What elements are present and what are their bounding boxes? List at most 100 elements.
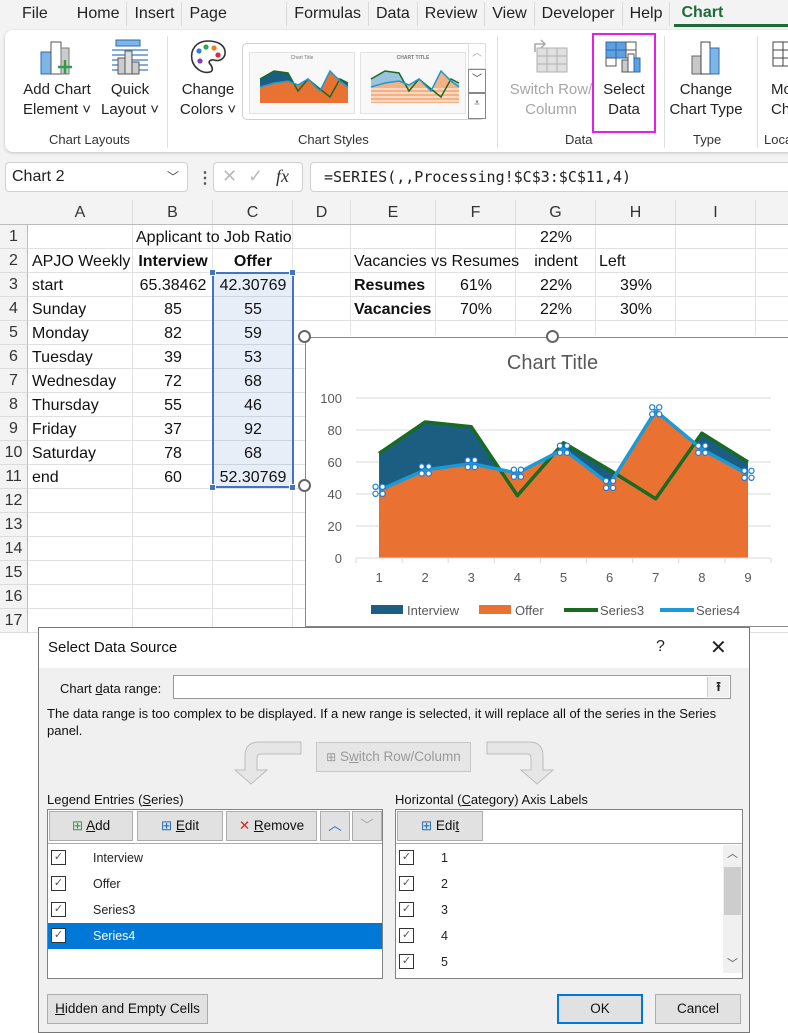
- cell-e4[interactable]: Vacancies: [354, 298, 431, 322]
- series-checkbox[interactable]: ✓: [51, 850, 66, 865]
- select-data-button[interactable]: Select Data: [595, 38, 653, 120]
- cell-a9[interactable]: Friday: [32, 418, 76, 442]
- series-checkbox[interactable]: ✓: [51, 928, 66, 943]
- cell-c9[interactable]: 92: [213, 418, 293, 442]
- row-header[interactable]: 1: [0, 225, 28, 249]
- row-header[interactable]: 4: [0, 297, 28, 321]
- switch-row-column-button[interactable]: Switch Row/ Column: [505, 38, 597, 120]
- cell-g1[interactable]: 22%: [516, 226, 596, 250]
- row-header[interactable]: 16: [0, 585, 28, 609]
- tab-data[interactable]: Data: [369, 2, 418, 26]
- tab-insert[interactable]: Insert: [127, 2, 183, 26]
- axis-label-checkbox[interactable]: ✓: [399, 876, 414, 891]
- change-chart-type-button[interactable]: Change Chart Type: [667, 38, 745, 120]
- cell-h2[interactable]: Left: [599, 250, 626, 274]
- cell-b8[interactable]: 55: [133, 394, 213, 418]
- add-chart-element-button[interactable]: Add Chart Element ˅: [19, 38, 95, 120]
- series-list-item[interactable]: ✓ Interview: [48, 845, 382, 871]
- row-header[interactable]: 3: [0, 273, 28, 297]
- tab-home[interactable]: Home: [70, 2, 128, 26]
- series-list-item[interactable]: ✓ Offer: [48, 871, 382, 897]
- cell-h3[interactable]: 39%: [596, 274, 676, 298]
- cell-h4[interactable]: 30%: [596, 298, 676, 322]
- cell-c6[interactable]: 53: [213, 346, 293, 370]
- row-header[interactable]: 17: [0, 609, 28, 633]
- row-header[interactable]: 5: [0, 321, 28, 345]
- scroll-up-icon[interactable]: ︿: [723, 845, 742, 861]
- cell-c11[interactable]: 52.30769: [213, 466, 293, 490]
- formula-input[interactable]: =SERIES(,,Processing!$C$3:$C$11,4): [310, 162, 788, 192]
- axis-label-item[interactable]: ✓ 4: [396, 923, 722, 949]
- gallery-scroll-down[interactable]: ﹀: [468, 69, 486, 93]
- cell-g3[interactable]: 22%: [516, 274, 596, 298]
- chart-style-thumb-2[interactable]: CHART TITLE: [360, 52, 466, 114]
- quick-layout-button[interactable]: Quick Layout ˅: [97, 38, 163, 120]
- cell-b6[interactable]: 39: [133, 346, 213, 370]
- move-down-button[interactable]: ﹀: [352, 811, 382, 841]
- axis-list-scrollbar[interactable]: ︿ ﹀: [723, 845, 742, 973]
- close-icon[interactable]: ✕: [710, 635, 727, 660]
- cell-b9[interactable]: 37: [133, 418, 213, 442]
- row-header[interactable]: 6: [0, 345, 28, 369]
- column-header-b[interactable]: B: [133, 200, 213, 224]
- dialog-titlebar[interactable]: Select Data Source ? ✕: [39, 628, 749, 668]
- cell-b1[interactable]: Applicant to Job Ratio: [136, 226, 292, 250]
- cell-g2[interactable]: indent: [516, 250, 596, 274]
- add-series-button[interactable]: ⊞ Add: [49, 811, 133, 841]
- cell-a8[interactable]: Thursday: [32, 394, 99, 418]
- column-header-e[interactable]: E: [351, 200, 436, 224]
- chevron-down-icon[interactable]: ﹀: [167, 163, 179, 191]
- cell-b7[interactable]: 72: [133, 370, 213, 394]
- series-checkbox[interactable]: ✓: [51, 902, 66, 917]
- chart-style-thumb-1[interactable]: Chart Title: [249, 52, 355, 114]
- row-header[interactable]: 2: [0, 249, 28, 273]
- tab-help[interactable]: Help: [623, 2, 671, 26]
- cell-c8[interactable]: 46: [213, 394, 293, 418]
- cancel-icon[interactable]: ✕: [222, 166, 237, 187]
- row-header[interactable]: 9: [0, 417, 28, 441]
- tab-chart-design[interactable]: Chart Design: [674, 1, 788, 45]
- axis-label-checkbox[interactable]: ✓: [399, 850, 414, 865]
- insert-function-icon[interactable]: fx: [276, 166, 289, 187]
- column-header-g[interactable]: G: [516, 200, 596, 224]
- switch-row-column-dialog-button[interactable]: ⊞ Switch Row/Column: [316, 742, 471, 772]
- gallery-scroll-up[interactable]: ︿: [468, 43, 486, 69]
- cell-a7[interactable]: Wednesday: [32, 370, 116, 394]
- cell-f4[interactable]: 70%: [436, 298, 516, 322]
- chart-area[interactable]: Chart Title 0 20 40 60 80 100 1 2 3 4 5 6 7 8 9 Intervi…: [305, 337, 788, 627]
- row-header[interactable]: 10: [0, 441, 28, 465]
- tab-page-layout[interactable]: Page Layout: [182, 2, 288, 46]
- remove-series-button[interactable]: ✕ Remove: [226, 811, 317, 841]
- cell-a11[interactable]: end: [32, 466, 59, 490]
- column-header-a[interactable]: A: [28, 200, 133, 224]
- axis-label-item[interactable]: ✓ 3: [396, 897, 722, 923]
- cell-c7[interactable]: 68: [213, 370, 293, 394]
- edit-axis-labels-button[interactable]: ⊞ Edit: [397, 811, 483, 841]
- cell-a6[interactable]: Tuesday: [32, 346, 93, 370]
- row-header[interactable]: 7: [0, 369, 28, 393]
- ok-button[interactable]: OK: [557, 994, 643, 1024]
- cell-a4[interactable]: Sunday: [32, 298, 86, 322]
- name-box[interactable]: Chart 2 ﹀: [5, 162, 188, 192]
- chart-resize-handle[interactable]: [546, 330, 559, 343]
- move-up-button[interactable]: ︿: [320, 811, 350, 841]
- chart-title[interactable]: Chart Title: [306, 352, 788, 375]
- cell-b3[interactable]: 65.38462: [133, 274, 213, 298]
- cell-b10[interactable]: 78: [133, 442, 213, 466]
- cell-b11[interactable]: 60: [133, 466, 213, 490]
- chart-resize-handle[interactable]: [298, 330, 311, 343]
- cell-b2[interactable]: Interview: [133, 250, 213, 274]
- scrollbar-thumb[interactable]: [724, 867, 741, 915]
- row-header[interactable]: 8: [0, 393, 28, 417]
- enter-icon[interactable]: ✓: [248, 166, 263, 187]
- axis-label-item[interactable]: ✓ 2: [396, 871, 722, 897]
- row-header[interactable]: 12: [0, 489, 28, 513]
- axis-label-item[interactable]: ✓ 5: [396, 949, 722, 975]
- chart-data-range-input[interactable]: ⭱: [173, 675, 731, 699]
- axis-label-checkbox[interactable]: ✓: [399, 954, 414, 969]
- cell-a2[interactable]: APJO Weekly: [32, 250, 130, 274]
- column-header-f[interactable]: F: [436, 200, 516, 224]
- tab-review[interactable]: Review: [418, 2, 486, 26]
- cell-c10[interactable]: 68: [213, 442, 293, 466]
- tab-formulas[interactable]: Formulas: [287, 2, 369, 26]
